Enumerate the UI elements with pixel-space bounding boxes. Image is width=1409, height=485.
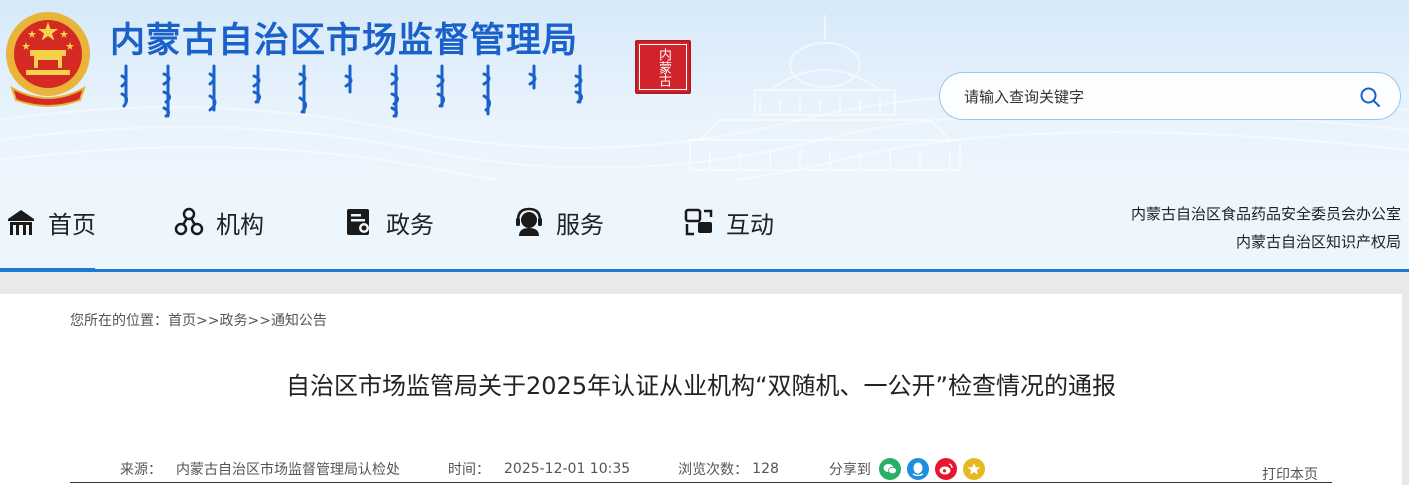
- nav-label: 互动: [726, 210, 774, 239]
- article-meta: 来源： 内蒙古自治区市场监督管理局认检处 时间： 2025-12-01 10:3…: [120, 458, 985, 480]
- search-input[interactable]: [964, 84, 1354, 110]
- time-value: 2025-12-01 10:35: [504, 461, 631, 477]
- document-icon: [347, 209, 369, 235]
- breadcrumb-home[interactable]: 首页: [168, 313, 196, 329]
- main-nav: 首页 机构 政务 服务 互动 内蒙古自治区食品药品安全委员会办公室 内蒙古自治区…: [0, 180, 1409, 272]
- link-intellectual-property-office[interactable]: 内蒙古自治区知识产权局: [1131, 228, 1401, 256]
- nav-label: 首页: [48, 210, 96, 239]
- nav-item-government-affairs[interactable]: 政务: [344, 202, 434, 242]
- nav-item-interaction[interactable]: 互动: [684, 202, 774, 242]
- share-buttons: [878, 458, 985, 480]
- nav-item-home[interactable]: 首页: [6, 202, 96, 242]
- source-value: 内蒙古自治区市场监督管理局认检处: [176, 462, 400, 478]
- qq-icon[interactable]: [906, 458, 929, 480]
- nav-label: 机构: [216, 210, 264, 239]
- article-title: 自治区市场监管局关于2025年认证从业机构“双随机、一公开”检查情况的通报: [286, 372, 1116, 400]
- national-emblem-icon: [6, 12, 90, 107]
- breadcrumb-separator: >>: [196, 313, 220, 329]
- source-label: 来源：: [120, 462, 162, 478]
- qzone-icon[interactable]: [962, 458, 985, 480]
- breadcrumb-prefix: 您所在的位置：: [70, 313, 168, 329]
- site-header: 内蒙古自治区市场监督管理局 内蒙古: [0, 0, 1409, 180]
- seal-text: 内蒙古: [639, 44, 687, 90]
- link-food-drug-safety-office[interactable]: 内蒙古自治区食品药品安全委员会办公室: [1131, 200, 1401, 228]
- nav-item-services[interactable]: 服务: [514, 202, 604, 242]
- nav-active-indicator: [0, 268, 95, 272]
- mongolian-script-title: [120, 64, 583, 118]
- divider: [70, 482, 1332, 483]
- breadcrumb-separator: >>: [247, 313, 271, 329]
- breadcrumb: 您所在的位置：首页>>政务>>通知公告: [70, 310, 327, 330]
- breadcrumb-government-affairs[interactable]: 政务: [219, 313, 247, 329]
- site-title: 内蒙古自治区市场监督管理局: [110, 21, 579, 61]
- related-links: 内蒙古自治区食品药品安全委员会办公室 内蒙古自治区知识产权局: [1131, 200, 1401, 256]
- home-icon: [8, 210, 34, 235]
- breadcrumb-notices[interactable]: 通知公告: [271, 313, 327, 329]
- nav-item-org[interactable]: 机构: [174, 202, 264, 242]
- weibo-icon[interactable]: [934, 458, 957, 480]
- nav-label: 政务: [386, 210, 434, 239]
- views-value: 128: [752, 461, 779, 477]
- wechat-icon[interactable]: [878, 458, 901, 480]
- headset-icon: [516, 207, 542, 236]
- search-box: [939, 72, 1401, 120]
- seal-stamp: 内蒙古: [635, 40, 691, 94]
- org-icon: [174, 207, 204, 236]
- nav-label: 服务: [556, 210, 604, 239]
- interaction-icon: [684, 208, 713, 236]
- search-icon[interactable]: [1358, 85, 1382, 109]
- article-container: 您所在的位置：首页>>政务>>通知公告 自治区市场监管局关于2025年认证从业机…: [0, 294, 1402, 485]
- time-label: 时间：: [448, 462, 490, 478]
- share-label: 分享到: [828, 462, 871, 478]
- print-page-link[interactable]: 打印本页: [1262, 464, 1318, 484]
- views-label: 浏览次数：: [678, 462, 749, 478]
